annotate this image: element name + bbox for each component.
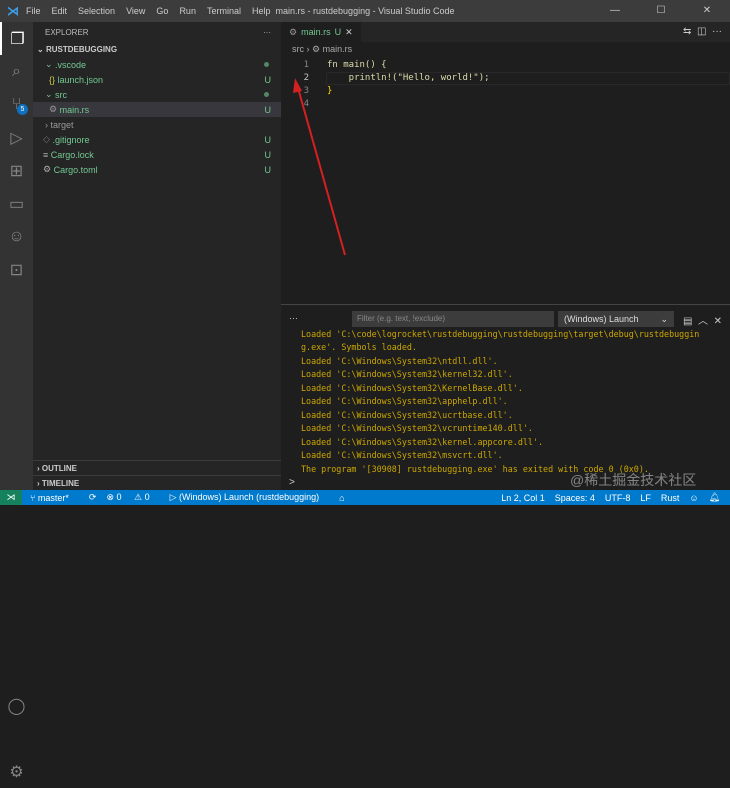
clear-console-icon[interactable]: ▤ [683,316,692,327]
cursor-position[interactable]: Ln 2, Col 1 [501,493,545,503]
output-line: Loaded 'C:\Windows\System32\ntdll.dll'. [301,356,498,366]
output-line: g.exe'. Symbols loaded. [301,342,417,352]
output-line: Loaded 'C:\Windows\System32\vcruntime140… [301,423,533,433]
notifications-icon[interactable]: 🔔︎ [709,492,720,503]
warning-count: 0 [144,492,150,502]
chevron-down-icon: ⌄ [660,314,668,324]
indentation[interactable]: Spaces: 4 [555,493,595,503]
problems-item[interactable]: ⊗ 0 ⚠ 0 [106,492,159,503]
branch-item[interactable]: ⑂ master* [30,493,79,503]
launch-config-select[interactable]: (Windows) Launch ⌄ [558,311,674,327]
console-input-prompt[interactable]: > [289,477,295,488]
panel-actions: ▤ ︿ ✕ [683,312,722,327]
remote-icon[interactable]: ⋊ [0,490,22,505]
eol[interactable]: LF [640,493,651,503]
feedback-icon[interactable]: ☺ [689,493,698,503]
settings-gear-icon[interactable]: ⚙ [0,755,33,788]
account-icon[interactable]: ◯ [0,689,33,722]
close-panel-icon[interactable]: ✕ [714,316,722,327]
output-line: Loaded 'C:\Windows\System32\msvcrt.dll'. [301,450,503,460]
maximize-panel-icon[interactable]: ︿ [698,316,708,327]
panel-more-icon[interactable]: ··· [289,313,298,323]
error-count: 0 [116,492,122,502]
sync-icon[interactable]: ⟳ [89,492,97,503]
status-bar: ⋊ ⑂ master* ⟳ ⊗ 0 ⚠ 0 ▷ (Windows) Launch… [0,490,730,505]
debug-label: (Windows) Launch (rustdebugging) [179,492,320,502]
home-icon[interactable]: ⌂ [339,493,344,503]
debug-launch-item[interactable]: ▷ (Windows) Launch (rustdebugging) [170,492,330,503]
filter-input[interactable]: Filter (e.g. text, !exclude) [352,311,554,327]
branch-label: master* [37,492,69,503]
encoding[interactable]: UTF-8 [605,493,631,503]
output-line: Loaded 'C:\Windows\System32\KernelBase.d… [301,383,523,393]
output-line: Loaded 'C:\code\logrocket\rustdebugging\… [301,329,700,339]
output-line: Loaded 'C:\Windows\System32\kernel32.dll… [301,369,513,379]
output-line: Loaded 'C:\Windows\System32\apphelp.dll'… [301,396,508,406]
output-line: Loaded 'C:\Windows\System32\kernel.appco… [301,437,544,447]
language-mode[interactable]: Rust [661,493,680,503]
watermark: @稀土掘金技术社区 [570,472,697,488]
output-line: Loaded 'C:\Windows\System32\ucrtbase.dll… [301,410,513,420]
launch-config-label: (Windows) Launch [564,314,639,324]
